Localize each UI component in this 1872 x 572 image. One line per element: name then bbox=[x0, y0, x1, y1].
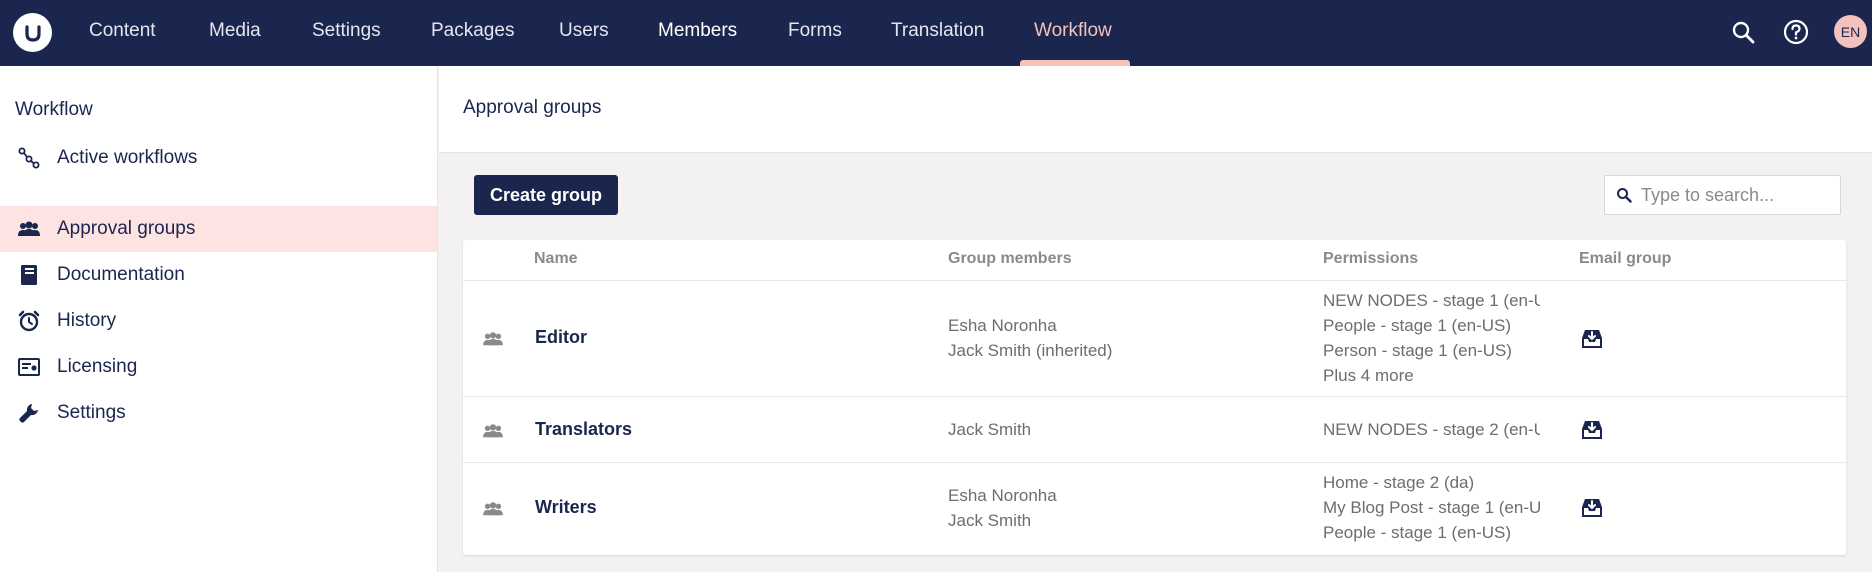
top-navigation-bar: Content Media Settings Packages Users Me… bbox=[0, 0, 1872, 66]
group-icon bbox=[482, 422, 504, 445]
email-group-icon[interactable] bbox=[1580, 497, 1604, 524]
alarm-clock-icon bbox=[16, 308, 42, 334]
sidebar-item-label: Documentation bbox=[57, 264, 185, 285]
book-icon bbox=[16, 262, 42, 288]
search-input[interactable] bbox=[1641, 176, 1836, 214]
nav-content[interactable]: Content bbox=[89, 0, 156, 66]
column-header-members[interactable]: Group members bbox=[948, 250, 1072, 268]
nav-users[interactable]: Users bbox=[559, 0, 609, 66]
search-box[interactable] bbox=[1604, 175, 1841, 215]
sidebar-item-approval-groups[interactable]: Approval groups bbox=[0, 206, 437, 252]
column-header-permissions[interactable]: Permissions bbox=[1323, 250, 1418, 268]
sidebar-item-label: Settings bbox=[57, 402, 126, 423]
nav-workflow[interactable]: Workflow bbox=[1034, 0, 1112, 66]
group-icon bbox=[482, 500, 504, 523]
nav-media[interactable]: Media bbox=[209, 0, 261, 66]
sidebar-item-documentation[interactable]: Documentation bbox=[0, 252, 437, 298]
sidebar-item-licensing[interactable]: Licensing bbox=[0, 344, 437, 390]
group-permissions: NEW NODES - stage 2 (en-US) bbox=[1323, 420, 1540, 439]
column-header-name[interactable]: Name bbox=[534, 250, 578, 268]
certificate-icon bbox=[16, 354, 42, 380]
sidebar-title: Workflow bbox=[15, 99, 93, 120]
workflow-icon bbox=[16, 145, 42, 171]
approval-groups-table: Name Group members Permissions Email gro… bbox=[463, 240, 1846, 555]
table-row[interactable]: Writers Esha Noronha Jack Smith Home - s… bbox=[463, 462, 1846, 555]
nav-forms[interactable]: Forms bbox=[788, 0, 842, 66]
sidebar-item-history[interactable]: History bbox=[0, 298, 437, 344]
wrench-icon bbox=[16, 400, 42, 426]
nav-settings[interactable]: Settings bbox=[312, 0, 381, 66]
search-icon bbox=[1616, 187, 1632, 208]
group-name[interactable]: Translators bbox=[535, 419, 632, 440]
sidebar-item-label: Licensing bbox=[57, 356, 138, 377]
users-icon bbox=[16, 216, 42, 242]
group-permissions: NEW NODES - stage 1 (en-US) People - sta… bbox=[1323, 291, 1540, 385]
help-icon[interactable] bbox=[1781, 17, 1811, 47]
search-icon[interactable] bbox=[1728, 17, 1758, 47]
sidebar-item-settings[interactable]: Settings bbox=[0, 390, 437, 436]
sidebar: Workflow Active workflows Approval group… bbox=[0, 66, 438, 572]
table-row[interactable]: Editor Esha Noronha Jack Smith (inherite… bbox=[463, 280, 1846, 396]
group-members: Esha Noronha Jack Smith (inherited) bbox=[948, 316, 1113, 360]
email-group-icon[interactable] bbox=[1580, 419, 1604, 446]
email-group-icon[interactable] bbox=[1580, 328, 1604, 355]
sidebar-item-label: Approval groups bbox=[57, 218, 196, 239]
sidebar-item-label: Active workflows bbox=[57, 147, 198, 168]
umbraco-logo[interactable] bbox=[13, 13, 52, 52]
page-header: Approval groups bbox=[439, 66, 1872, 153]
group-name[interactable]: Writers bbox=[535, 497, 597, 518]
nav-translation[interactable]: Translation bbox=[891, 0, 984, 66]
table-row[interactable]: Translators Jack Smith NEW NODES - stage… bbox=[463, 396, 1846, 462]
nav-members[interactable]: Members bbox=[658, 0, 737, 66]
group-icon bbox=[482, 330, 504, 353]
nav-packages[interactable]: Packages bbox=[431, 0, 514, 66]
group-members: Jack Smith bbox=[948, 420, 1032, 439]
user-avatar[interactable]: EN bbox=[1834, 15, 1867, 48]
sidebar-item-label: History bbox=[57, 310, 117, 331]
group-name[interactable]: Editor bbox=[535, 327, 587, 348]
create-group-button[interactable]: Create group bbox=[474, 175, 618, 215]
group-members: Esha Noronha Jack Smith bbox=[948, 486, 1057, 530]
page-title: Approval groups bbox=[463, 97, 602, 118]
sidebar-item-active-workflows[interactable]: Active workflows bbox=[0, 135, 437, 181]
column-header-email[interactable]: Email group bbox=[1579, 250, 1671, 268]
group-permissions: Home - stage 2 (da) My Blog Post - stage… bbox=[1323, 473, 1540, 542]
